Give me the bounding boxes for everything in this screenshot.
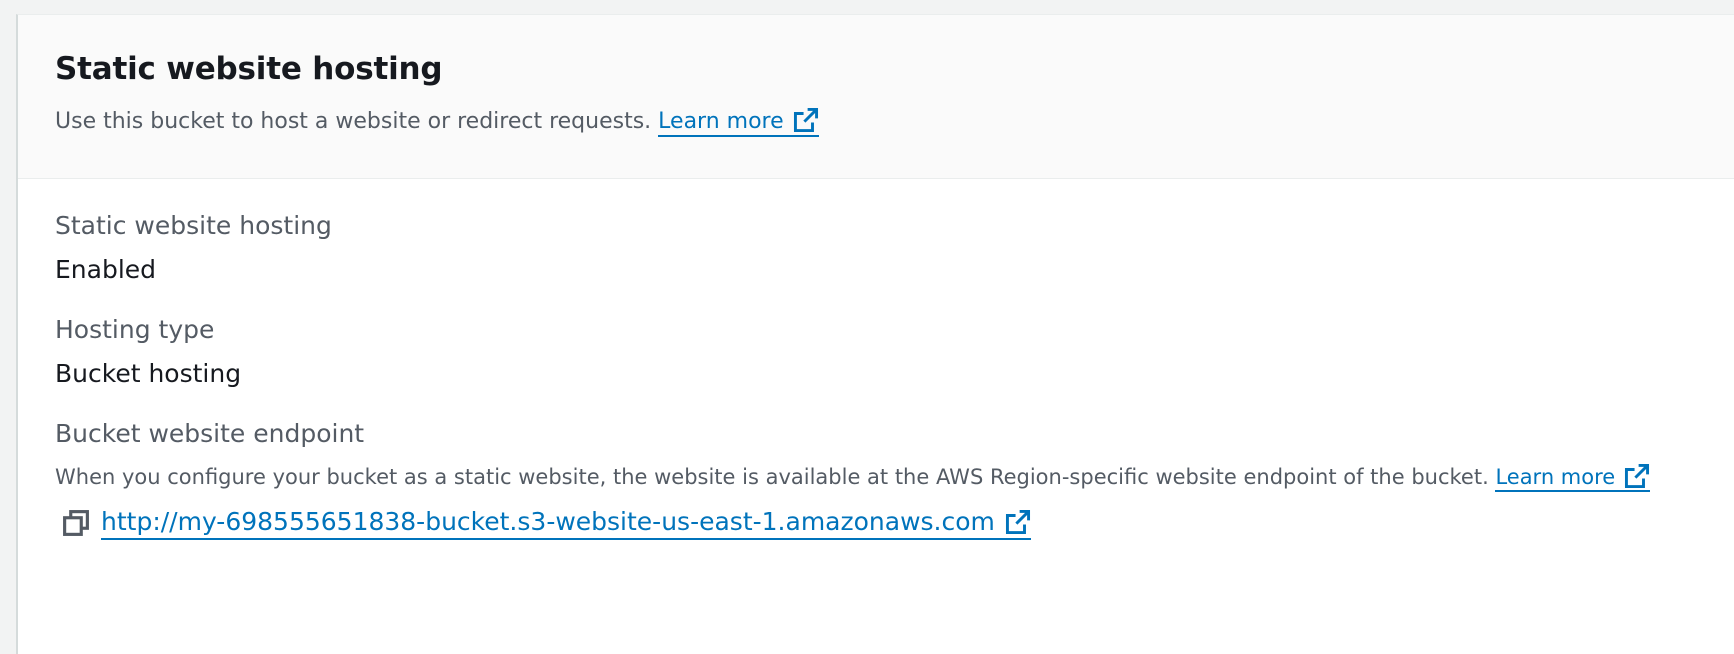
hosting-status-field: Static website hosting Enabled <box>55 211 1734 285</box>
external-link-icon <box>1005 509 1030 534</box>
endpoint-description-text: When you configure your bucket as a stat… <box>55 465 1489 489</box>
learn-more-link[interactable]: Learn more <box>658 107 819 137</box>
endpoint-url-row: http://my-698555651838-bucket.s3-website… <box>55 503 1734 543</box>
endpoint-url-text: http://my-698555651838-bucket.s3-website… <box>101 506 995 536</box>
endpoint-label: Bucket website endpoint <box>55 419 365 448</box>
endpoint-learn-more-label: Learn more <box>1495 465 1616 489</box>
endpoint-url-link[interactable]: http://my-698555651838-bucket.s3-website… <box>101 507 1031 540</box>
hosting-status-value: Enabled <box>55 255 157 284</box>
copy-icon <box>63 510 89 536</box>
hosting-status-label: Static website hosting <box>55 211 332 240</box>
external-link-icon <box>1624 463 1649 489</box>
endpoint-learn-more-link[interactable]: Learn more <box>1495 463 1650 492</box>
learn-more-label: Learn more <box>658 109 784 134</box>
endpoint-description: When you configure your bucket as a stat… <box>55 463 1734 492</box>
copy-url-button[interactable] <box>59 506 93 540</box>
panel-description: Use this bucket to host a website or red… <box>55 107 1734 137</box>
hosting-type-field: Hosting type Bucket hosting <box>55 315 1734 389</box>
panel-description-text: Use this bucket to host a website or red… <box>55 109 652 134</box>
external-link-icon <box>793 107 818 133</box>
hosting-type-label: Hosting type <box>55 315 215 344</box>
endpoint-field: Bucket website endpoint When you configu… <box>55 419 1734 543</box>
static-website-hosting-panel: Static website hosting Use this bucket t… <box>16 14 1734 654</box>
hosting-type-value: Bucket hosting <box>55 359 242 388</box>
panel-body: Static website hosting Enabled Hosting t… <box>18 179 1734 543</box>
panel-title: Static website hosting <box>55 51 443 87</box>
panel-header: Static website hosting Use this bucket t… <box>18 15 1734 179</box>
